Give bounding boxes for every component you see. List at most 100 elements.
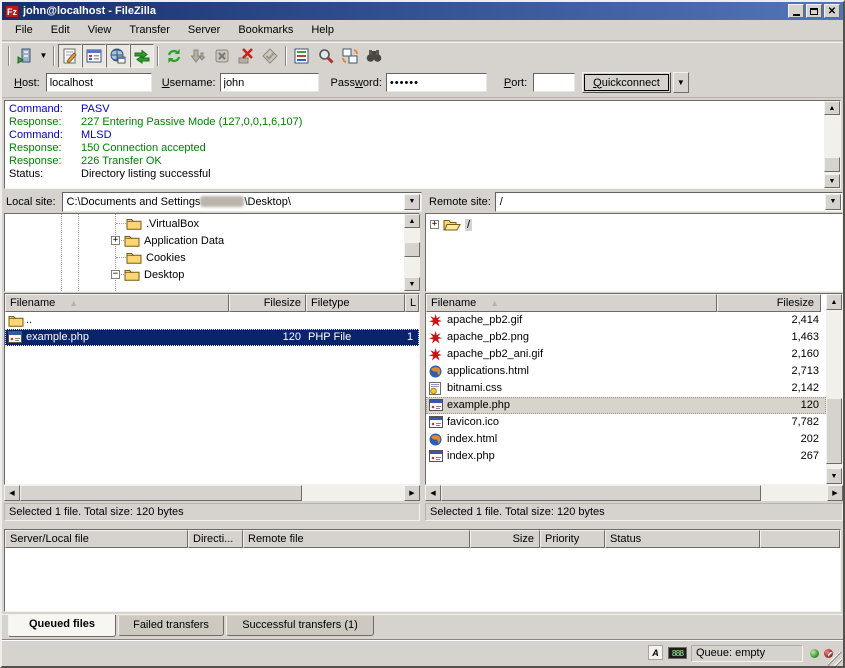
local-site-dropdown-button[interactable]: ▼ xyxy=(404,194,420,210)
remote-horizontal-scrollbar[interactable]: ◀ ▶ xyxy=(425,485,843,501)
process-queue-button[interactable] xyxy=(186,44,210,68)
menu-item-edit[interactable]: Edit xyxy=(42,22,79,38)
close-button[interactable]: ✕ xyxy=(824,4,840,18)
tree-item--virtualbox[interactable]: .VirtualBox xyxy=(111,215,199,232)
resize-grip-icon[interactable] xyxy=(828,652,842,666)
tree-item--[interactable]: +/ xyxy=(430,216,472,233)
scroll-thumb[interactable] xyxy=(404,242,420,257)
column-header-filesize[interactable]: Filesize xyxy=(717,294,821,312)
file-row-index-html[interactable]: index.html202 xyxy=(426,431,826,448)
scroll-thumb[interactable] xyxy=(824,157,840,172)
scroll-up-button[interactable]: ▲ xyxy=(824,101,840,115)
maximize-button[interactable] xyxy=(806,4,822,18)
menu-item-view[interactable]: View xyxy=(79,22,121,38)
toggle-remote-tree-button[interactable] xyxy=(106,44,130,68)
tab-queued-files[interactable]: Queued files xyxy=(8,615,116,637)
remote-list-vertical-scrollbar[interactable]: ▲ ▼ xyxy=(826,294,842,484)
directory-comparison-button[interactable] xyxy=(314,44,338,68)
file-row-applications-html[interactable]: applications.html2,713 xyxy=(426,363,826,380)
minimize-button[interactable] xyxy=(788,4,804,18)
toggle-transfer-queue-button[interactable] xyxy=(130,44,154,68)
file-row-bitnami-css[interactable]: bitnami.css2,142 xyxy=(426,380,826,397)
scroll-left-button[interactable]: ◀ xyxy=(425,485,441,501)
scroll-thumb[interactable] xyxy=(826,398,842,464)
site-manager-dropdown-button[interactable]: ▼ xyxy=(37,44,50,68)
speed-limit-icon[interactable]: 888 xyxy=(668,647,687,659)
log-vertical-scrollbar[interactable]: ▲ ▼ xyxy=(824,101,840,188)
menu-item-file[interactable]: File xyxy=(6,22,42,38)
tree-item-cookies[interactable]: Cookies xyxy=(111,249,186,266)
expand-icon[interactable]: + xyxy=(430,220,439,229)
file-row-apache-pb2-ani-gif[interactable]: apache_pb2_ani.gif2,160 xyxy=(426,346,826,363)
scroll-left-button[interactable]: ◀ xyxy=(4,485,20,501)
synchronized-browsing-button[interactable] xyxy=(338,44,362,68)
find-files-button[interactable] xyxy=(362,44,386,68)
column-header-filename[interactable]: Filename▲ xyxy=(426,294,717,312)
queue-column-empty[interactable] xyxy=(760,530,840,548)
host-input[interactable] xyxy=(46,73,152,92)
file-row--[interactable]: .. xyxy=(5,312,419,329)
local-site-combo[interactable]: C:\Documents and Settings\Desktop\ ▼ xyxy=(62,192,422,212)
menu-item-server[interactable]: Server xyxy=(179,22,229,38)
quickconnect-button[interactable]: Quickconnect xyxy=(582,72,671,93)
scroll-down-button[interactable]: ▼ xyxy=(826,468,842,484)
file-row-example-php[interactable]: example.php120 xyxy=(426,397,826,414)
remote-file-list[interactable]: Filename▲ Filesize apache_pb2.gif2,414ap… xyxy=(425,293,843,485)
local-file-list[interactable]: Filename▲ Filesize Filetype L ..example.… xyxy=(4,293,420,485)
titlebar[interactable]: Fz john@localhost - FileZilla ✕ xyxy=(2,2,843,20)
column-header-filetype[interactable]: Filetype xyxy=(306,294,405,312)
local-tree[interactable]: .VirtualBox+Application DataCookies−Desk… xyxy=(4,213,420,292)
queue-column-remote-file[interactable]: Remote file xyxy=(243,530,470,548)
transfer-queue[interactable]: Server/Local file Directi... Remote file… xyxy=(4,529,841,612)
queue-column-priority[interactable]: Priority xyxy=(540,530,605,548)
queue-column-size[interactable]: Size xyxy=(470,530,540,548)
password-input[interactable] xyxy=(386,73,487,92)
username-input[interactable] xyxy=(220,73,319,92)
disconnect-button[interactable] xyxy=(234,44,258,68)
port-input[interactable] xyxy=(533,73,575,92)
column-header-filename[interactable]: Filename▲ xyxy=(5,294,229,312)
scroll-down-button[interactable]: ▼ xyxy=(824,174,840,188)
tab-failed-transfers[interactable]: Failed transfers xyxy=(118,616,224,636)
scroll-thumb[interactable] xyxy=(20,485,302,501)
scroll-up-button[interactable]: ▲ xyxy=(404,214,420,228)
remote-tree[interactable]: +/ xyxy=(425,213,843,292)
scroll-down-button[interactable]: ▼ xyxy=(404,277,420,291)
menu-item-bookmarks[interactable]: Bookmarks xyxy=(229,22,302,38)
filter-button[interactable] xyxy=(290,44,314,68)
column-header-lastmodified[interactable]: L xyxy=(405,294,419,312)
remote-site-combo[interactable]: / ▼ xyxy=(495,192,843,212)
queue-column-server-local-file[interactable]: Server/Local file xyxy=(5,530,188,548)
queue-column-status[interactable]: Status xyxy=(605,530,760,548)
scroll-thumb[interactable] xyxy=(441,485,761,501)
file-row-example-php[interactable]: example.php120PHP File1 xyxy=(5,329,419,346)
collapse-icon[interactable]: − xyxy=(111,270,120,279)
abort-button[interactable] xyxy=(258,44,282,68)
scroll-right-button[interactable]: ▶ xyxy=(827,485,843,501)
file-row-apache-pb2-png[interactable]: apache_pb2.png1,463 xyxy=(426,329,826,346)
local-horizontal-scrollbar[interactable]: ◀ ▶ xyxy=(4,485,420,501)
toggle-local-tree-button[interactable] xyxy=(82,44,106,68)
expand-icon[interactable]: + xyxy=(111,236,120,245)
cancel-current-button[interactable] xyxy=(210,44,234,68)
transfer-type-ascii-icon[interactable]: A xyxy=(648,645,663,660)
refresh-button[interactable] xyxy=(162,44,186,68)
scroll-right-button[interactable]: ▶ xyxy=(404,485,420,501)
toggle-message-log-button[interactable] xyxy=(58,44,82,68)
menu-item-help[interactable]: Help xyxy=(302,22,343,38)
tree-item-desktop[interactable]: −Desktop xyxy=(111,266,184,283)
file-row-index-php[interactable]: index.php267 xyxy=(426,448,826,465)
scroll-up-button[interactable]: ▲ xyxy=(826,294,842,310)
site-manager-button[interactable] xyxy=(13,44,37,68)
file-row-favicon-ico[interactable]: favicon.ico7,782 xyxy=(426,414,826,431)
column-header-filesize[interactable]: Filesize xyxy=(229,294,306,312)
tree-item-application-data[interactable]: +Application Data xyxy=(111,232,224,249)
tab-successful-transfers[interactable]: Successful transfers (1) xyxy=(226,616,374,636)
remote-site-dropdown-button[interactable]: ▼ xyxy=(825,194,841,210)
menu-item-transfer[interactable]: Transfer xyxy=(120,22,179,38)
quickconnect-dropdown-button[interactable]: ▼ xyxy=(673,72,689,93)
message-log[interactable]: Command:PASVResponse:227 Entering Passiv… xyxy=(4,100,841,189)
local-tree-vertical-scrollbar[interactable]: ▲ ▼ xyxy=(404,214,420,291)
queue-column-direction[interactable]: Directi... xyxy=(188,530,243,548)
file-row-apache-pb2-gif[interactable]: apache_pb2.gif2,414 xyxy=(426,312,826,329)
